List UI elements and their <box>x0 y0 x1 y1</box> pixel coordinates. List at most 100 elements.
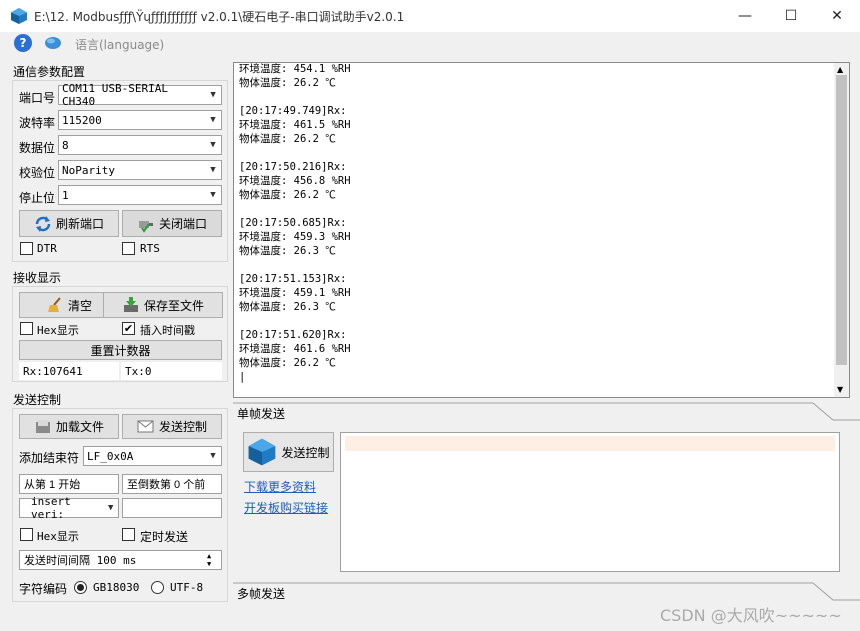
download-link[interactable]: 下载更多资料 <box>244 478 316 495</box>
text-cursor: | <box>239 371 246 383</box>
save-icon <box>123 297 138 312</box>
help-icon[interactable]: ? <box>14 34 32 52</box>
gb18030-label: GB18030 <box>93 581 140 594</box>
maximize-button[interactable]: ☐ <box>768 0 814 32</box>
single-send-button[interactable]: 发送控制 <box>243 432 334 472</box>
close-button[interactable]: ✕ <box>814 0 860 32</box>
single-send-label: 发送控制 <box>281 445 330 460</box>
verify-result-field[interactable] <box>122 498 222 518</box>
app-logo-icon <box>249 438 276 466</box>
refresh-port-button[interactable]: 刷新端口 <box>19 210 119 237</box>
app-logo-icon <box>11 8 27 24</box>
multi-frame-tab-shape <box>233 582 860 601</box>
scroll-down-icon[interactable]: ▼ <box>837 385 843 394</box>
chevron-down-icon: ▼ <box>210 165 216 175</box>
radio-dot-icon <box>77 584 84 591</box>
data-bits-select[interactable]: 8 ▼ <box>58 135 222 155</box>
single-frame-tab-shape <box>233 402 860 421</box>
recv-hex-checkbox[interactable] <box>20 322 33 335</box>
reset-counter-button[interactable]: 重置计数器 <box>19 340 222 360</box>
receive-line: [20:17:50.216]Rx: <box>239 161 347 173</box>
stop-bits-label: 停止位 <box>19 191 56 205</box>
recv-section-title: 接收显示 <box>13 271 62 285</box>
receive-line <box>239 258 351 272</box>
terminator-value: LF_0x0A <box>87 449 134 463</box>
folder-icon <box>35 419 50 433</box>
stop-bits-select[interactable]: 1 ▼ <box>58 185 222 205</box>
receive-line: 环境温度: 454.1 %RH <box>239 63 351 75</box>
save-to-file-label: 保存至文件 <box>143 298 204 313</box>
gb18030-radio[interactable] <box>74 581 87 594</box>
clear-label: 清空 <box>67 298 92 313</box>
watermark: CSDN @大风吹~~~~~ <box>660 606 842 625</box>
comm-section-title: 通信参数配置 <box>13 65 86 79</box>
interval-spinner[interactable]: 发送时间间隔 100 ms ▲ ▼ <box>19 550 222 570</box>
minimize-button[interactable]: — <box>722 0 768 32</box>
tab-multi-frame[interactable]: 多帧发送 <box>237 585 285 602</box>
scrollbar-thumb[interactable] <box>836 75 847 365</box>
send-section-title: 发送控制 <box>13 393 62 407</box>
dtr-checkbox[interactable] <box>20 242 33 255</box>
buy-link[interactable]: 开发板购买链接 <box>244 499 328 516</box>
refresh-icon <box>35 215 51 232</box>
send-input[interactable] <box>345 436 835 451</box>
baud-label: 波特率 <box>19 116 56 130</box>
rts-label: RTS <box>140 242 160 255</box>
receive-line: [20:17:50.685]Rx: <box>239 217 347 229</box>
receive-line: [20:17:51.620]Rx: <box>239 329 347 341</box>
parity-value: NoParity <box>62 163 115 177</box>
refresh-port-label: 刷新端口 <box>55 217 104 231</box>
from-index-field[interactable]: 从第 1 开始 <box>19 474 119 494</box>
receive-line: [20:17:51.153]Rx: <box>239 273 347 285</box>
scroll-up-icon[interactable]: ▲ <box>837 65 843 74</box>
encoding-label: 字符编码 <box>19 582 68 596</box>
timed-send-checkbox[interactable] <box>122 528 135 541</box>
receive-line <box>239 314 351 328</box>
receive-line: 物体温度: 26.2 ℃ <box>239 77 336 89</box>
rts-checkbox[interactable] <box>122 242 135 255</box>
close-port-button[interactable]: 关闭端口 <box>122 210 222 237</box>
port-value: COM11 USB-SERIAL CH340 <box>62 82 168 108</box>
receive-scrollbar[interactable]: ▲ ▼ <box>834 63 849 397</box>
save-to-file-button[interactable]: 保存至文件 <box>103 292 223 318</box>
chevron-down-icon: ▼ <box>108 503 114 513</box>
receive-line: 环境温度: 459.1 %RH <box>239 287 351 299</box>
tx-value: 0 <box>144 364 152 378</box>
globe-icon[interactable] <box>44 34 62 52</box>
language-menu[interactable]: 语言(language) <box>75 36 164 53</box>
tx-label: Tx: <box>125 364 145 378</box>
mail-icon <box>137 420 154 432</box>
receive-line: 环境温度: 461.5 %RH <box>239 119 351 131</box>
receive-line: 物体温度: 26.2 ℃ <box>239 189 336 201</box>
load-file-button[interactable]: 加载文件 <box>19 414 119 439</box>
terminator-select[interactable]: LF_0x0A ▼ <box>83 446 222 466</box>
rx-label: Rx: <box>23 364 43 378</box>
insert-verify-select[interactable]: insert veri: ▼ <box>19 495 119 521</box>
tab-single-frame[interactable]: 单帧发送 <box>237 405 285 422</box>
send-control-label: 发送控制 <box>158 420 207 434</box>
send-control-button[interactable]: 发送控制 <box>122 414 222 439</box>
timed-send-label: 定时发送 <box>140 530 189 544</box>
dtr-label: DTR <box>37 242 57 255</box>
parity-label: 校验位 <box>19 166 56 180</box>
parity-select[interactable]: NoParity ▼ <box>58 160 222 180</box>
receive-line: 物体温度: 26.3 ℃ <box>239 301 336 313</box>
timestamp-checkbox[interactable]: ✔ <box>122 322 135 335</box>
port-select[interactable]: COM11 USB-SERIAL CH340 ▼ <box>58 82 222 108</box>
data-bits-label: 数据位 <box>19 141 56 155</box>
insert-verify-value: insert veri: <box>31 495 71 521</box>
rx-counter: Rx: 107641 <box>19 362 119 380</box>
tx-counter: Tx: 0 <box>121 362 222 380</box>
utf8-label: UTF-8 <box>170 581 204 594</box>
to-index-field[interactable]: 至倒数第 0 个前 <box>122 474 222 494</box>
send-text-area[interactable] <box>340 432 840 572</box>
receive-text-area[interactable]: 环境温度: 454.1 %RH 物体温度: 26.2 ℃ [20:17:49.74… <box>233 62 850 398</box>
broom-icon <box>47 297 61 312</box>
send-hex-checkbox[interactable] <box>20 528 33 541</box>
stop-bits-value: 1 <box>62 188 69 202</box>
port-label: 端口号 <box>19 91 56 105</box>
chevron-down-icon: ▼ <box>210 190 216 200</box>
utf8-radio[interactable] <box>151 581 164 594</box>
chevron-down-icon: ▼ <box>210 90 216 100</box>
baud-select[interactable]: 115200 ▼ <box>58 110 222 130</box>
